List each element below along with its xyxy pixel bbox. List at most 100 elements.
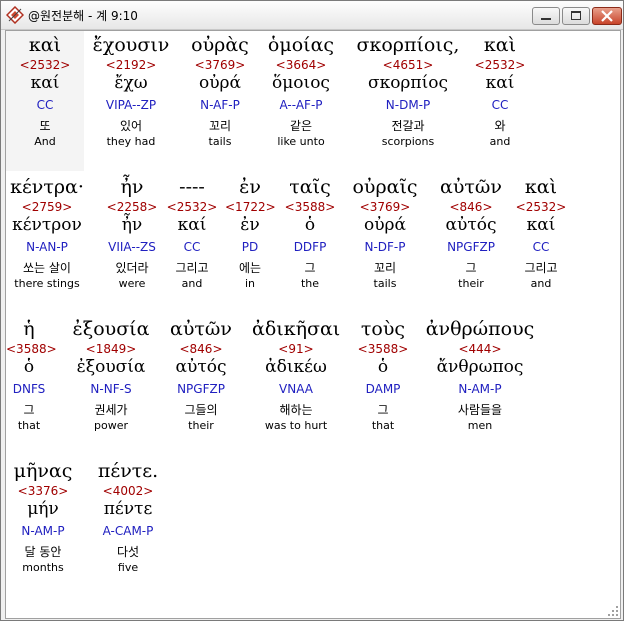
parsing-code: VNAA bbox=[279, 382, 313, 396]
word-block[interactable]: ἐν <1722> ἐν PD 에는 in bbox=[225, 173, 276, 309]
lexical-form: ἀδικέω bbox=[265, 357, 327, 377]
english-gloss: the bbox=[300, 277, 320, 290]
korean-gloss: 있어 bbox=[119, 119, 143, 133]
greek-word: αὐτῶν bbox=[170, 318, 232, 340]
greek-word: ἡ bbox=[23, 318, 35, 340]
word-block[interactable]: μῆνας <3376> μήν N-AM-P 달 동안 months bbox=[6, 457, 80, 593]
word-block[interactable]: οὐρὰς <3769> οὐρά N-AF-P 꼬리 tails bbox=[185, 31, 255, 167]
greek-word: κέντρα· bbox=[10, 176, 84, 198]
strongs-number: <3588> bbox=[284, 200, 336, 214]
word-block[interactable]: τοὺς <3588> ὁ DAMP 그 that bbox=[351, 315, 415, 451]
word-block[interactable]: ἦν <2258> ἦν VIIA--ZS 있더라 were bbox=[100, 173, 164, 309]
app-window: @원전분해 - 계 9:10 καὶ <2532> καί CC 또 And ἔ… bbox=[0, 0, 624, 621]
english-gloss: tails bbox=[208, 135, 232, 148]
lexical-form: σκορπίος bbox=[367, 73, 449, 93]
parsing-code: VIIA--ZS bbox=[108, 240, 156, 254]
word-block[interactable]: ὁμοίας <3664> ὅμοιος A--AF-P 같은 like unt… bbox=[261, 31, 341, 167]
strongs-number: <3588> bbox=[357, 342, 409, 356]
korean-gloss: 사람들을 bbox=[457, 403, 503, 417]
english-gloss: in bbox=[244, 277, 256, 290]
greek-word: ἐν bbox=[239, 176, 261, 198]
word-block[interactable]: ἡ <3588> ὁ DNFS 그 that bbox=[6, 315, 57, 451]
word-block[interactable]: κέντρα· <2759> κέντρον N-AN-P 쏘는 살이 ther… bbox=[6, 173, 88, 309]
greek-word: σκορπίοις, bbox=[356, 34, 460, 56]
english-gloss: And bbox=[34, 135, 56, 148]
title-bar[interactable]: @원전분해 - 계 9:10 bbox=[1, 1, 623, 30]
parsing-code: N-NF-S bbox=[90, 382, 132, 396]
minimize-icon bbox=[541, 18, 551, 20]
resize-grip-icon[interactable] bbox=[607, 605, 619, 617]
english-gloss: they had bbox=[106, 135, 156, 148]
parsing-code: A-CAM-P bbox=[102, 524, 154, 538]
lexical-form: ἦν bbox=[121, 215, 143, 235]
word-block[interactable]: πέντε. <4002> πέντε A-CAM-P 다섯 five bbox=[90, 457, 166, 593]
korean-gloss: 권세가 bbox=[94, 403, 128, 417]
word-block[interactable]: καὶ <2532> καί CC 그리고 and bbox=[513, 173, 569, 309]
parsing-code: NPGFZP bbox=[447, 240, 495, 254]
parsing-code: DDFP bbox=[293, 240, 327, 254]
parsing-code: N-AM-P bbox=[21, 524, 65, 538]
korean-gloss: 또 bbox=[39, 119, 51, 133]
minimize-button[interactable] bbox=[532, 7, 560, 25]
lexical-form: ὁ bbox=[23, 357, 35, 377]
strongs-number: <2258> bbox=[106, 200, 158, 214]
english-gloss: their bbox=[458, 277, 484, 290]
lexical-form: καί bbox=[526, 215, 556, 235]
maximize-button[interactable] bbox=[562, 7, 590, 25]
strongs-number: <2532> bbox=[166, 200, 218, 214]
strongs-number: <2532> bbox=[474, 58, 526, 72]
parsing-code: N-DM-P bbox=[385, 98, 431, 112]
word-block[interactable]: ἐξουσία <1849> ἐξουσία N-NF-S 권세가 power bbox=[60, 315, 162, 451]
word-block[interactable]: σκορπίοις, <4651> σκορπίος N-DM-P 전갈과 sc… bbox=[349, 31, 467, 167]
parsing-code: N-AN-P bbox=[26, 240, 68, 254]
strongs-number: <1722> bbox=[225, 200, 276, 214]
word-block[interactable]: ταῖς <3588> ὁ DDFP 그 the bbox=[283, 173, 337, 309]
english-gloss: like unto bbox=[277, 135, 325, 148]
lexical-form: ὁ bbox=[377, 357, 389, 377]
word-block[interactable]: αὐτῶν <846> αὐτός NPGFZP 그 their bbox=[433, 173, 509, 309]
strongs-number: <4651> bbox=[382, 58, 434, 72]
lexical-form: κέντρον bbox=[12, 215, 82, 235]
strongs-number: <3664> bbox=[275, 58, 327, 72]
word-block[interactable]: καὶ <2532> καί CC 또 And bbox=[6, 31, 84, 167]
greek-word: τοὺς bbox=[360, 318, 406, 340]
word-block[interactable]: ἀδικῆσαι <91> ἀδικέω VNAA 해하는 was to hur… bbox=[252, 315, 340, 451]
greek-word: ἀδικῆσαι bbox=[252, 318, 341, 340]
greek-word: ἀνθρώπους bbox=[425, 318, 535, 340]
greek-word: ὁμοίας bbox=[267, 34, 335, 56]
lexical-form: ἐν bbox=[240, 215, 260, 235]
maximize-icon bbox=[571, 11, 581, 20]
greek-word: ἔχουσιν bbox=[92, 34, 170, 56]
word-block[interactable]: ἔχουσιν <2192> ἔχω VIPA--ZP 있어 they had bbox=[89, 31, 173, 167]
english-gloss: there stings bbox=[14, 277, 80, 290]
strongs-number: <846> bbox=[449, 200, 493, 214]
word-block[interactable]: οὐραῖς <3769> οὐρά N-DF-P 꼬리 tails bbox=[349, 173, 421, 309]
lexical-form: αὐτός bbox=[445, 215, 497, 235]
english-gloss: power bbox=[94, 419, 128, 432]
close-icon bbox=[601, 10, 613, 22]
english-gloss: and bbox=[489, 135, 511, 148]
word-block[interactable]: αὐτῶν <846> αὐτός NPGFZP 그들의 their bbox=[164, 315, 238, 451]
korean-gloss: 있더라 bbox=[115, 261, 149, 275]
strongs-number: <846> bbox=[179, 342, 223, 356]
app-logo-icon bbox=[5, 5, 25, 25]
strongs-number: <3769> bbox=[359, 200, 411, 214]
strongs-number: <2759> bbox=[21, 200, 73, 214]
word-block[interactable]: ἀνθρώπους <444> ἄνθρωπος N-AM-P 사람들을 men bbox=[418, 315, 542, 451]
lexical-form: οὐρά bbox=[363, 215, 407, 235]
parsing-code: CC bbox=[36, 98, 54, 112]
greek-word: ταῖς bbox=[289, 176, 331, 198]
english-gloss: their bbox=[188, 419, 214, 432]
interlinear-panel[interactable]: καὶ <2532> καί CC 또 And ἔχουσιν <2192> ἔ… bbox=[5, 30, 621, 619]
lexical-form: καί bbox=[485, 73, 515, 93]
word-block[interactable]: καὶ <2532> καί CC 와 and bbox=[471, 31, 529, 167]
parsing-code: CC bbox=[532, 240, 550, 254]
word-block[interactable]: ---- <2532> καί CC 그리고 and bbox=[165, 173, 219, 309]
lexical-form: οὐρά bbox=[198, 73, 242, 93]
korean-gloss: 꼬리 bbox=[373, 261, 397, 275]
lexical-form: καί bbox=[177, 215, 207, 235]
english-gloss: and bbox=[530, 277, 552, 290]
english-gloss: months bbox=[22, 561, 64, 574]
english-gloss: five bbox=[117, 561, 139, 574]
close-button[interactable] bbox=[592, 7, 622, 25]
